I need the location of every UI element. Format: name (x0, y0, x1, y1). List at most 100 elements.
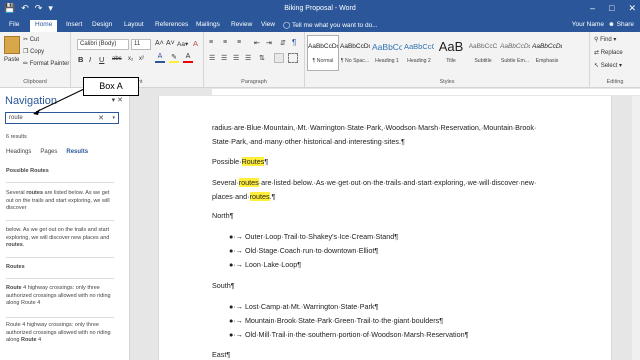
style-title[interactable]: AaB Title (435, 35, 467, 71)
style-normal[interactable]: AaBbCcDc ¶ Normal (307, 35, 339, 71)
tab-references[interactable]: References (155, 21, 188, 28)
search-result[interactable]: Route 4 highway crossings: only three au… (6, 322, 114, 345)
box-a-callout: Box A (83, 77, 139, 96)
multilevel-list-icon[interactable]: ≡ (237, 39, 241, 46)
underline-button[interactable]: U (99, 55, 104, 64)
minimize-button[interactable]: – (590, 2, 595, 14)
search-result[interactable]: Possible Routes (6, 168, 114, 176)
tab-results[interactable]: Results (66, 149, 88, 155)
copy-button[interactable]: ❐ Copy (23, 48, 44, 55)
tab-home[interactable]: Home (30, 20, 58, 32)
tab-design[interactable]: Design (92, 21, 112, 28)
subscript-button[interactable]: x₂ (128, 56, 133, 62)
scissors-icon: ✂ (23, 37, 29, 43)
highlight-icon[interactable]: ✎ (169, 53, 179, 63)
list-item: ●·→ Lost·Camp·at·Mt.·Warrington·State·Pa… (229, 302, 378, 311)
strikethrough-button[interactable]: abc (112, 56, 122, 62)
person-icon: ☻ (607, 21, 615, 28)
align-left-icon[interactable]: ☰ (209, 54, 215, 62)
list-text: Lost·Camp·at·Mt.·Warrington·State·Park¶ (244, 302, 379, 311)
cut-button[interactable]: ✂ Cut (23, 36, 39, 43)
line-spacing-icon[interactable]: ⇅ (259, 54, 265, 62)
vertical-scrollbar[interactable] (632, 96, 640, 360)
format-painter-button[interactable]: ✏ Format Painter (23, 60, 69, 67)
result-hit: Route (6, 285, 22, 291)
clear-search-icon[interactable]: ✕ (98, 114, 104, 122)
change-case-button[interactable]: Aa▾ (177, 40, 188, 48)
tab-mailings[interactable]: Mailings (196, 21, 220, 28)
pane-close-icon[interactable]: ▾ ✕ (112, 96, 123, 104)
maximize-button[interactable]: □ (609, 2, 614, 14)
search-options-icon[interactable]: ▾ (112, 115, 115, 121)
title-bar: 💾 ↶ ↷ ▾ Biking Proposal - Word – □ ✕ (0, 0, 640, 18)
find-button[interactable]: ⚲ Find ▾ (594, 36, 616, 43)
show-formatting-icon[interactable]: ¶ (292, 38, 296, 47)
grow-font-button[interactable]: A˄ (155, 40, 164, 47)
italic-button[interactable]: I (89, 55, 91, 64)
doc-text: Possible· (212, 157, 242, 166)
style-subtitle[interactable]: AaBbCcC Subtitle (467, 35, 499, 71)
horizontal-ruler (130, 88, 640, 96)
doc-paragraph-line: Several·routes·are·listed·below.·As·we·g… (212, 178, 536, 187)
align-right-icon[interactable]: ☰ (233, 54, 239, 62)
user-name[interactable]: Your Name (572, 21, 604, 28)
paste-button[interactable]: Paste (4, 57, 19, 63)
share-button[interactable]: ☻ Share (608, 21, 634, 28)
sort-icon[interactable]: ⇵ (280, 39, 286, 47)
tab-headings[interactable]: Headings (6, 149, 31, 155)
select-button[interactable]: ↖ Select ▾ (594, 62, 622, 69)
superscript-button[interactable]: x² (139, 56, 144, 62)
align-center-icon[interactable]: ☰ (221, 54, 227, 62)
close-button[interactable]: ✕ (628, 2, 636, 14)
replace-label: Replace (600, 50, 623, 56)
search-result[interactable]: Routes (6, 264, 114, 272)
style-name: Heading 2 (407, 58, 431, 64)
bullets-icon[interactable]: ≡ (209, 39, 213, 46)
numbering-icon[interactable]: ≡ (223, 39, 227, 46)
tab-pages[interactable]: Pages (40, 149, 57, 155)
document-page[interactable]: radius·are·Blue·Mountain,·Mt.·Warrington… (158, 96, 612, 360)
bold-button[interactable]: B (78, 55, 83, 64)
tab-view[interactable]: View (261, 21, 275, 28)
tell-me-box[interactable]: ◯ Tell me what you want to do... (283, 21, 378, 29)
decrease-indent-icon[interactable]: ⇤ (254, 39, 260, 47)
result-hit: routes (6, 242, 23, 248)
tab-layout[interactable]: Layout (124, 21, 144, 28)
borders-icon[interactable] (288, 53, 298, 63)
replace-button[interactable]: ⇄ Replace (594, 49, 623, 56)
style-heading-2[interactable]: AaBbCcC Heading 2 (403, 35, 435, 71)
result-hit: Route (6, 264, 22, 270)
ruler-scale[interactable] (212, 89, 640, 95)
justify-icon[interactable]: ☰ (245, 54, 251, 62)
result-text: below. As we get out on the trails and s… (6, 227, 110, 241)
increase-indent-icon[interactable]: ⇥ (266, 39, 272, 47)
search-result[interactable]: below. As we get out on the trails and s… (6, 227, 114, 250)
search-result[interactable]: Route 4 highway crossings: only three au… (6, 285, 114, 308)
font-color-icon[interactable]: A (183, 53, 193, 63)
style-subtle-emphasis[interactable]: AaBbCcDd Subtle Em... (499, 35, 531, 71)
style-emphasis[interactable]: AaBbCcDd Emphasis (531, 35, 563, 71)
list-item: ●·→ Outer·Loop·Trail·to·Shakey's·Ice·Cre… (229, 232, 398, 241)
style-heading-1[interactable]: AaBbCc Heading 1 (371, 35, 403, 71)
doc-text: ¶ (264, 157, 269, 166)
style-no-spacing[interactable]: AaBbCcDc ¶ No Spac... (339, 35, 371, 71)
tab-file[interactable]: File (9, 21, 19, 28)
shrink-font-button[interactable]: A˅ (166, 40, 175, 47)
result-count: 6 results (6, 134, 27, 140)
search-document-input[interactable]: route ✕ ▾ (5, 112, 119, 124)
paste-icon[interactable] (4, 36, 20, 54)
doc-text: Several· (212, 178, 239, 187)
clear-formatting-button[interactable]: A (193, 39, 198, 48)
tab-insert[interactable]: Insert (66, 21, 82, 28)
font-name-combo[interactable]: Calibri (Body) (77, 39, 129, 50)
font-size-combo[interactable]: 11 (131, 39, 151, 50)
tab-review[interactable]: Review (231, 21, 252, 28)
style-preview: AaB (438, 39, 464, 54)
text-effects-icon[interactable]: A (155, 53, 165, 63)
shading-icon[interactable] (274, 53, 284, 63)
style-preview: AaBbCcDc (308, 43, 338, 50)
list-text: Old·Mill·Trail·in·the·southern·portion·o… (244, 330, 469, 339)
style-name: Subtitle (474, 58, 492, 64)
replace-icon: ⇄ (594, 50, 600, 56)
search-result[interactable]: Several routes are listed below. As we g… (6, 190, 114, 213)
